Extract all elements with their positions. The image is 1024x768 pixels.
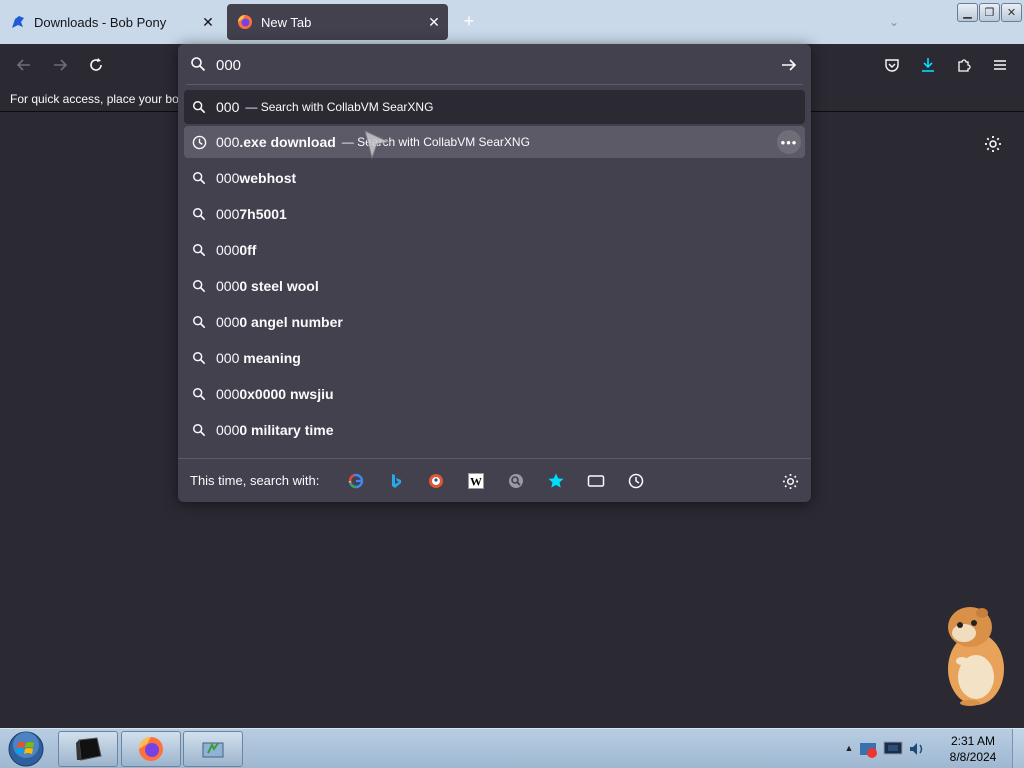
- extensions-icon[interactable]: [951, 53, 977, 77]
- hamburger-menu-icon[interactable]: [987, 53, 1013, 77]
- urlbar-separator: [186, 84, 803, 85]
- result-text: 0000x0000 nwsjiu: [216, 386, 334, 402]
- history-icon[interactable]: [624, 469, 648, 493]
- tray-expand-chevron-icon[interactable]: ▲: [844, 741, 854, 755]
- bob-pony-favicon-icon: [10, 14, 26, 30]
- result-text: 0000 steel wool: [216, 278, 319, 294]
- wikipedia-icon[interactable]: W: [464, 469, 488, 493]
- taskbar-clock[interactable]: 2:31 AM 8/8/2024: [940, 733, 1006, 765]
- result-row[interactable]: 000webhost: [184, 160, 805, 196]
- search-settings-gear-icon[interactable]: [778, 469, 802, 493]
- result-action: — Search with CollabVM SearXNG: [245, 100, 434, 114]
- search-icon: [190, 56, 206, 77]
- downloads-icon[interactable]: [915, 53, 941, 77]
- search-icon: [190, 169, 208, 187]
- search-icon: [190, 349, 208, 367]
- go-arrow-icon[interactable]: [778, 54, 800, 76]
- clock-date: 8/8/2024: [949, 750, 997, 764]
- search-icon: [190, 205, 208, 223]
- volume-speaker-icon[interactable]: [908, 740, 926, 758]
- result-text: 000.exe download: [216, 134, 336, 150]
- result-text: 000webhost: [216, 170, 297, 186]
- result-row[interactable]: 0000x0000 nwsjiu: [184, 376, 805, 412]
- back-arrow-icon[interactable]: [11, 53, 37, 77]
- bookmarks-star-icon[interactable]: [544, 469, 568, 493]
- one-off-search-bar: This time, search with: W: [178, 458, 811, 502]
- new-tab-plus-icon[interactable]: +: [456, 8, 482, 34]
- urlbar-input-row: [178, 44, 811, 84]
- searxng-icon[interactable]: [504, 469, 528, 493]
- hamster-mascot-image: [948, 607, 1004, 706]
- start-button-windows-icon[interactable]: [6, 731, 46, 767]
- tab-close-icon[interactable]: ✕: [194, 8, 222, 36]
- result-text: 0007h5001: [216, 206, 287, 222]
- list-all-tabs-chevron-icon[interactable]: ⌄: [884, 12, 904, 32]
- search-icon: [190, 98, 208, 116]
- restore-icon[interactable]: ❐: [979, 3, 1000, 22]
- urlbar-results: 000 — Search with CollabVM SearXNG 000.e…: [184, 90, 805, 448]
- tab-new-tab[interactable]: New Tab ✕: [227, 4, 448, 40]
- clock-time: 2:31 AM: [950, 734, 996, 748]
- search-icon: [190, 277, 208, 295]
- firefox-favicon-icon: [237, 14, 253, 30]
- taskbar-firefox-icon[interactable]: [121, 731, 181, 767]
- url-input[interactable]: [216, 54, 766, 76]
- pocket-icon[interactable]: [879, 53, 905, 77]
- result-text: 000: [216, 99, 240, 115]
- tab-close-icon[interactable]: ✕: [420, 8, 448, 36]
- tabs-icon[interactable]: [584, 469, 608, 493]
- duckduckgo-icon[interactable]: [424, 469, 448, 493]
- window-close-icon[interactable]: ✕: [1001, 3, 1022, 22]
- tab-downloads[interactable]: Downloads - Bob Pony ✕: [0, 4, 222, 40]
- bookmarks-hint-text: For quick access, place your boo: [10, 92, 186, 106]
- result-text: 0000 military time: [216, 422, 334, 438]
- forward-arrow-icon[interactable]: [47, 53, 73, 77]
- history-clock-icon: [190, 133, 208, 151]
- reload-icon[interactable]: [83, 53, 109, 77]
- system-tray: [858, 735, 938, 763]
- bing-icon[interactable]: [384, 469, 408, 493]
- newtab-settings-gear-icon[interactable]: [982, 133, 1004, 155]
- result-row-selected[interactable]: 000.exe download — Search with CollabVM …: [184, 126, 805, 158]
- result-row[interactable]: 0000 angel number: [184, 304, 805, 340]
- search-icon: [190, 313, 208, 331]
- result-row[interactable]: 0007h5001: [184, 196, 805, 232]
- search-icon: [190, 421, 208, 439]
- result-menu-dots-icon[interactable]: •••: [777, 130, 801, 154]
- result-row[interactable]: 0000 steel wool: [184, 268, 805, 304]
- urlbar-popup: 000 — Search with CollabVM SearXNG 000.e…: [178, 44, 811, 502]
- tab-title: Downloads - Bob Pony: [34, 14, 167, 30]
- tab-strip: Downloads - Bob Pony ✕ New Tab ✕ + ⌄ ▁ ❐…: [0, 0, 1024, 44]
- result-text: 0000ff: [216, 242, 257, 258]
- google-icon[interactable]: [344, 469, 368, 493]
- result-row[interactable]: 000 meaning: [184, 340, 805, 376]
- result-row[interactable]: 000 — Search with CollabVM SearXNG: [184, 90, 805, 124]
- search-icon: [190, 241, 208, 259]
- window-controls: ▁ ❐ ✕: [957, 3, 1022, 22]
- mouse-cursor-icon: [364, 130, 390, 160]
- result-row[interactable]: 0000ff: [184, 232, 805, 268]
- svg-text:W: W: [470, 475, 482, 489]
- minimize-icon[interactable]: ▁: [957, 3, 978, 22]
- result-row[interactable]: 0000 military time: [184, 412, 805, 448]
- tab-title: New Tab: [261, 14, 312, 30]
- result-text: 0000 angel number: [216, 314, 343, 330]
- network-monitor-icon[interactable]: [882, 739, 904, 759]
- tray-app-icon[interactable]: [858, 739, 878, 759]
- show-desktop-button[interactable]: [1012, 729, 1024, 768]
- one-off-label: This time, search with:: [190, 473, 320, 488]
- taskbar: ▲ 2:31 AM 8/8/2024: [0, 728, 1024, 768]
- taskbar-terminal-icon[interactable]: [58, 731, 118, 767]
- search-icon: [190, 385, 208, 403]
- taskbar-app-icon[interactable]: [183, 731, 243, 767]
- result-text: 000 meaning: [216, 350, 301, 366]
